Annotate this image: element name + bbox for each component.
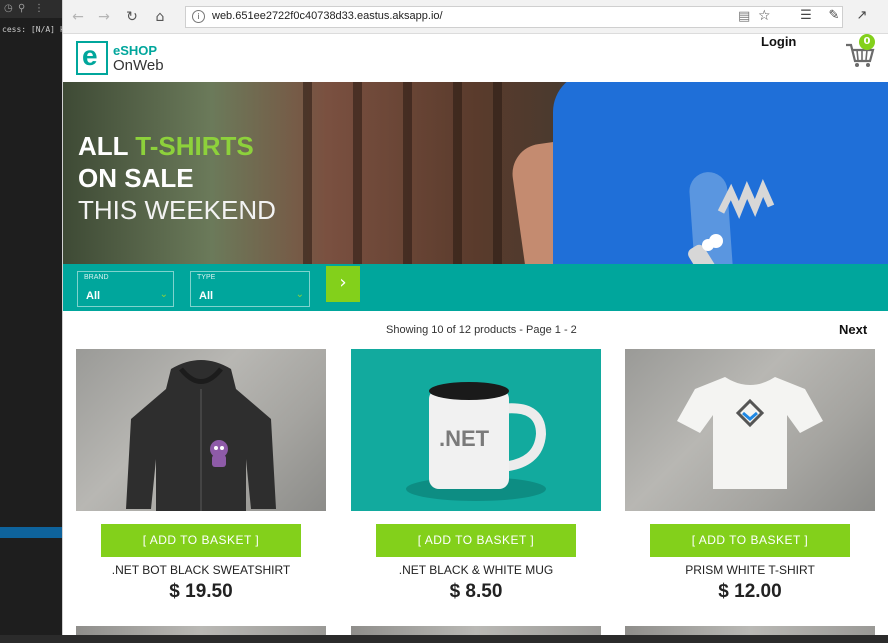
site-header: e eSHOP OnWeb Login 0: [63, 34, 888, 82]
hero-line1-white: ALL: [78, 131, 136, 161]
product-name: .NET BLACK & WHITE MUG: [398, 563, 554, 577]
product-price: $ 12.00: [718, 581, 782, 602]
hero-tshirt: [553, 82, 888, 264]
logo-brand-line2: OnWeb: [113, 57, 164, 74]
login-link[interactable]: Login: [761, 34, 796, 49]
hero-line1: ALL T-SHIRTS: [78, 130, 254, 162]
product-card: .NET [ ADD TO BASKET ] .NET BLACK & WHIT…: [351, 349, 601, 609]
browser-window: ← → ↻ ⌂ i web.651ee2722f0c40738d33.eastu…: [62, 0, 888, 643]
product-image-sweatshirt[interactable]: [76, 349, 326, 511]
chevron-right-icon: ›: [339, 272, 347, 293]
catalog-filter-bar: BRAND All ⌄ TYPE All ⌄: [63, 264, 888, 311]
hero-line2: ON SALE: [78, 163, 194, 193]
add-to-basket-button[interactable]: [ ADD TO BASKET ]: [101, 524, 301, 557]
web-note-icon[interactable]: ✎: [825, 8, 843, 23]
pager-next-link[interactable]: Next: [839, 322, 867, 337]
type-filter-label: TYPE: [197, 274, 216, 281]
hero-fence-post: [403, 82, 412, 264]
hero-line3: THIS WEEKEND: [78, 195, 276, 225]
taskbar: [0, 635, 888, 643]
pager-info: Showing 10 of 12 products - Page 1 - 2: [386, 324, 577, 336]
product-card: [ ADD TO BASKET ] PRISM WHITE T-SHIRT $ …: [625, 349, 875, 609]
editor-access-text: cess: [N/A] ku: [2, 25, 70, 34]
favorites-hub-icon[interactable]: ☰: [797, 8, 815, 23]
logo-brand-line1: eSHOP: [113, 43, 158, 58]
star-icon[interactable]: ☆: [758, 8, 771, 24]
product-card: [ ADD TO BASKET ] .NET BOT BLACK SWEATSH…: [76, 349, 326, 609]
product-image-tshirt[interactable]: [625, 349, 875, 511]
background-editor-window: ◷ ⚲ ⋮ cess: [N/A] ku: [0, 0, 69, 643]
brand-filter-value: All: [86, 290, 101, 302]
share-icon[interactable]: ↗: [853, 8, 871, 23]
hero-line1-green: T-SHIRTS: [135, 131, 254, 161]
hero-fence-post: [453, 82, 462, 264]
editor-selected-line: [0, 527, 62, 538]
product-name: .NET BOT BLACK SWEATSHIRT: [111, 563, 291, 577]
type-filter-value: All: [199, 290, 214, 302]
mug-graphic: .NET: [406, 382, 547, 501]
brand-filter-select[interactable]: BRAND All ⌄: [77, 271, 174, 307]
back-arrow-icon[interactable]: ←: [69, 8, 87, 26]
add-to-basket-button[interactable]: [ ADD TO BASKET ]: [650, 524, 850, 557]
product-price: $ 8.50: [449, 581, 503, 602]
home-icon[interactable]: ⌂: [151, 8, 169, 26]
editor-tool-icon[interactable]: ◷: [4, 3, 13, 14]
mug-print-text: .NET: [439, 426, 490, 451]
hero-fence-post: [303, 82, 312, 264]
type-filter-select[interactable]: TYPE All ⌄: [190, 271, 310, 307]
tshirt-graphic: [677, 377, 823, 489]
cart-count-badge: 0: [859, 34, 875, 50]
product-price: $ 19.50: [169, 581, 233, 602]
add-to-basket-button[interactable]: [ ADD TO BASKET ]: [376, 524, 576, 557]
hero-fence-post: [353, 82, 362, 264]
hero-banner: ALL T-SHIRTS ON SALE THIS WEEKEND: [63, 82, 888, 264]
address-bar[interactable]: i web.651ee2722f0c40738d33.eastus.aksapp…: [185, 6, 843, 28]
cart-button[interactable]: 0: [845, 34, 879, 68]
editor-tool-icon[interactable]: ⋮: [34, 3, 44, 14]
chevron-down-icon: ⌄: [295, 289, 304, 300]
product-name: PRISM WHITE T-SHIRT: [685, 563, 815, 577]
forward-arrow-icon[interactable]: →: [95, 8, 113, 26]
reading-view-icon[interactable]: ▤: [738, 9, 750, 24]
sweatshirt-graphic: [126, 360, 276, 511]
address-bar-url[interactable]: web.651ee2722f0c40738d33.eastus.aksapp.i…: [212, 10, 443, 22]
apply-filter-button[interactable]: ›: [326, 266, 360, 302]
info-icon[interactable]: i: [192, 10, 205, 23]
editor-toolbar: ◷ ⚲ ⋮: [0, 0, 62, 18]
eshop-logo[interactable]: e eSHOP OnWeb: [76, 41, 176, 75]
chevron-down-icon: ⌄: [159, 289, 168, 300]
browser-toolbar: ← → ↻ ⌂ i web.651ee2722f0c40738d33.eastu…: [63, 0, 888, 34]
refresh-icon[interactable]: ↻: [123, 8, 141, 26]
logo-letter: e: [82, 40, 98, 71]
kubernetes-knife-graphic: [688, 172, 775, 264]
editor-tool-icon[interactable]: ⚲: [18, 3, 25, 14]
hero-fence-post: [493, 82, 502, 264]
brand-filter-label: BRAND: [84, 274, 109, 281]
product-image-mug[interactable]: .NET: [351, 349, 601, 511]
